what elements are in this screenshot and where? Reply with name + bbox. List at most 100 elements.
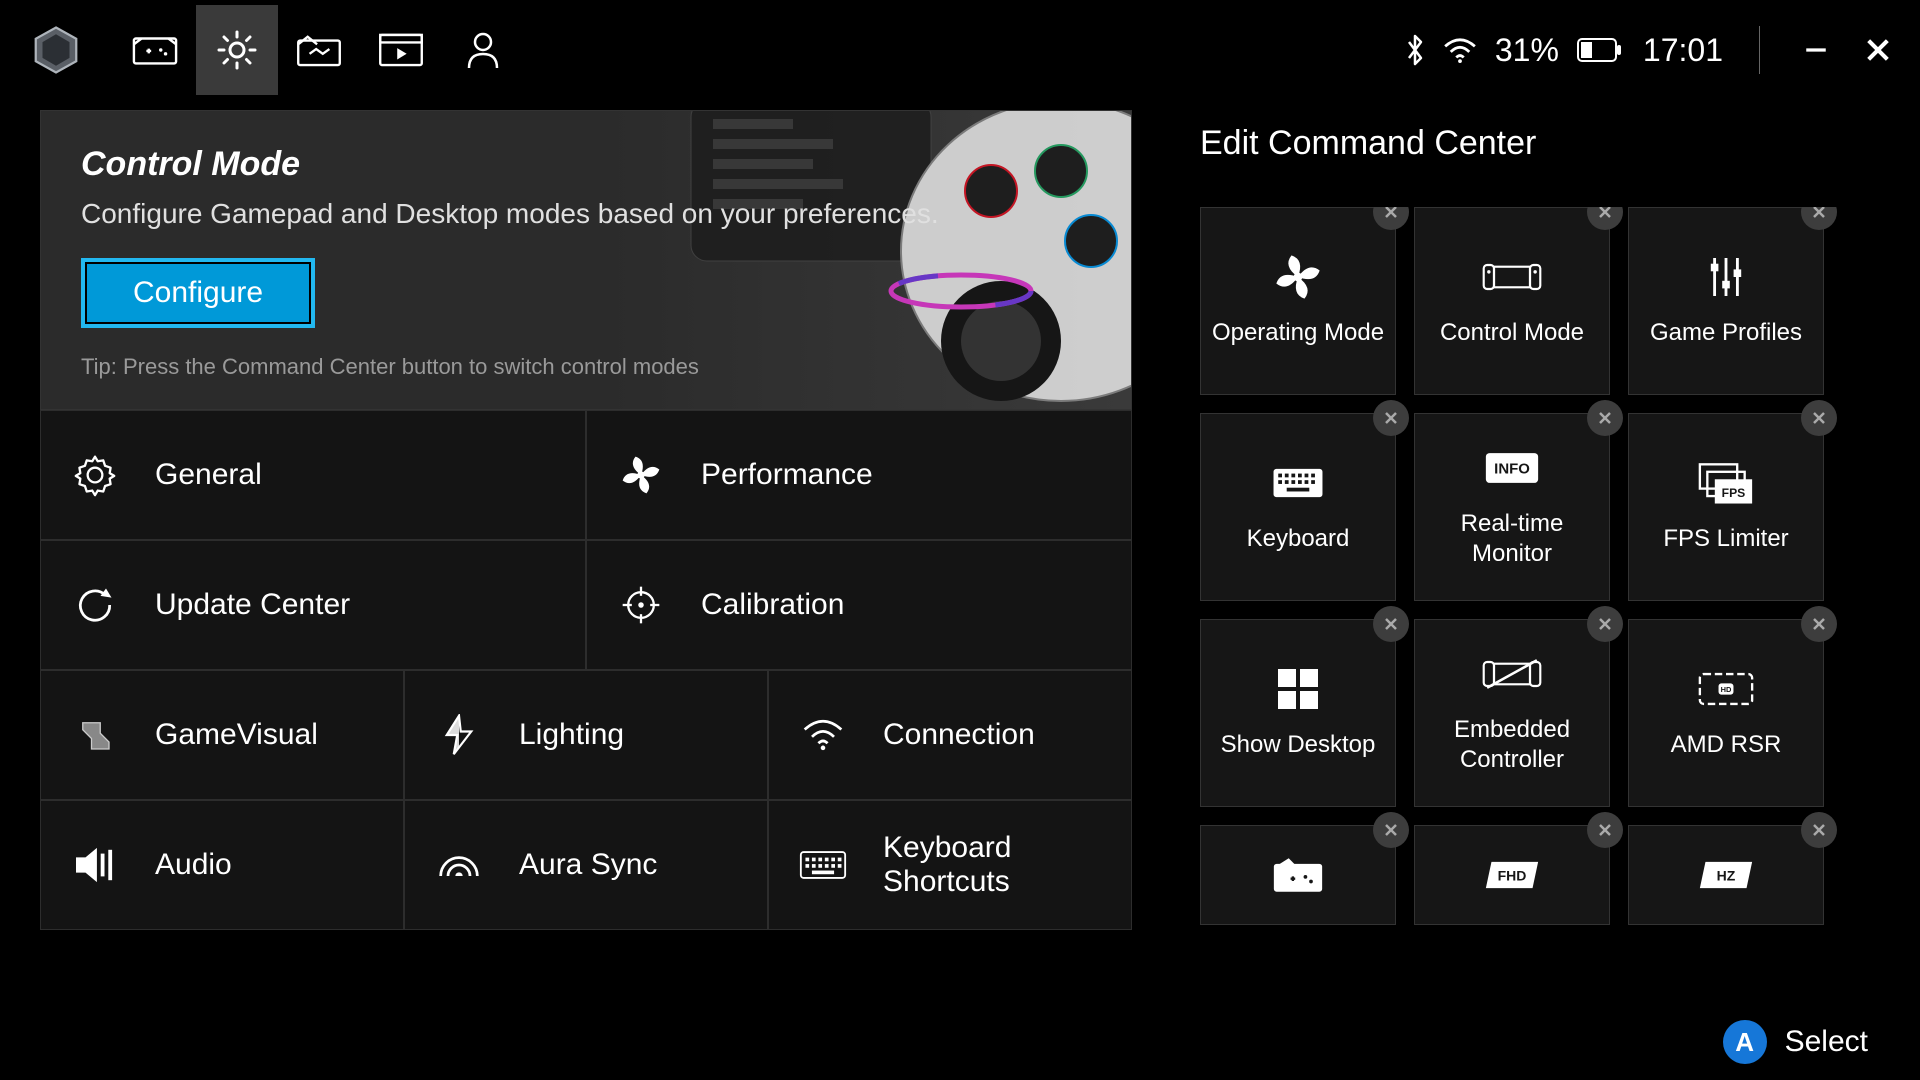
main: Control Mode Configure Gamepad and Deskt… bbox=[0, 100, 1920, 980]
edit-command-center-column: Edit Command Center Operating Mode Contr… bbox=[1200, 110, 1880, 980]
cc-tile-game-profiles[interactable]: Game Profiles bbox=[1628, 207, 1824, 395]
battery-icon bbox=[1577, 38, 1621, 62]
remove-icon[interactable] bbox=[1801, 207, 1837, 230]
command-center-grid: Operating Mode Control Mode Game Profile… bbox=[1200, 207, 1880, 925]
nav-library-icon[interactable] bbox=[114, 5, 196, 95]
cc-tile-amd-rsr[interactable]: HD AMD RSR bbox=[1628, 619, 1824, 807]
gamevisual-icon bbox=[71, 711, 119, 759]
remove-icon[interactable] bbox=[1373, 400, 1409, 436]
category-label: Audio bbox=[155, 848, 232, 882]
info-badge-icon: INFO bbox=[1482, 445, 1542, 491]
cc-tile-fps-limiter[interactable]: FPS FPS Limiter bbox=[1628, 413, 1824, 601]
category-label: Aura Sync bbox=[519, 848, 657, 882]
category-calibration[interactable]: Calibration bbox=[586, 540, 1132, 670]
hero-desc: Configure Gamepad and Desktop modes base… bbox=[81, 198, 1091, 230]
keyboard-icon bbox=[1268, 460, 1328, 506]
cc-tile-control-mode[interactable]: Control Mode bbox=[1414, 207, 1610, 395]
category-performance[interactable]: Performance bbox=[586, 410, 1132, 540]
cc-label: Show Desktop bbox=[1211, 730, 1386, 760]
a-button-glyph: A bbox=[1723, 1020, 1767, 1064]
category-gamevisual[interactable]: GameVisual bbox=[40, 670, 404, 800]
svg-text:FHD: FHD bbox=[1498, 868, 1527, 884]
category-label: Update Center bbox=[155, 588, 350, 622]
fps-stack-icon: FPS bbox=[1696, 460, 1756, 506]
category-connection[interactable]: Connection bbox=[768, 670, 1132, 800]
remove-icon[interactable] bbox=[1373, 812, 1409, 848]
footer-select-label: Select bbox=[1785, 1025, 1868, 1059]
category-lighting[interactable]: Lighting bbox=[404, 670, 768, 800]
category-label: GameVisual bbox=[155, 718, 318, 752]
remove-icon[interactable] bbox=[1801, 812, 1837, 848]
nav-media-icon[interactable] bbox=[360, 5, 442, 95]
svg-text:HZ: HZ bbox=[1717, 868, 1736, 884]
remove-icon[interactable] bbox=[1587, 207, 1623, 230]
hero-title: Control Mode bbox=[81, 145, 1091, 184]
nav-settings-icon[interactable] bbox=[196, 5, 278, 95]
remove-icon[interactable] bbox=[1587, 812, 1623, 848]
configure-button[interactable]: Configure bbox=[81, 258, 315, 328]
edit-command-center-title: Edit Command Center bbox=[1200, 124, 1880, 163]
divider bbox=[1759, 26, 1760, 74]
category-label: Performance bbox=[701, 458, 873, 492]
settings-left-column: Control Mode Configure Gamepad and Deskt… bbox=[40, 110, 1132, 980]
category-update-center[interactable]: Update Center bbox=[40, 540, 586, 670]
nav-content-icon[interactable] bbox=[278, 5, 360, 95]
topbar-left bbox=[22, 5, 524, 95]
category-keyboard-shortcuts[interactable]: Keyboard Shortcuts bbox=[768, 800, 1132, 930]
cc-tile-keyboard[interactable]: Keyboard bbox=[1200, 413, 1396, 601]
svg-text:INFO: INFO bbox=[1494, 461, 1530, 478]
cc-label: Game Profiles bbox=[1640, 318, 1812, 348]
fan-icon bbox=[1268, 254, 1328, 300]
handheld-icon bbox=[1482, 254, 1542, 300]
category-row-4: Audio Aura Sync Keyboard Shortcuts bbox=[40, 800, 1132, 930]
remove-icon[interactable] bbox=[1373, 606, 1409, 642]
sliders-icon bbox=[1696, 254, 1756, 300]
fan-icon bbox=[617, 451, 665, 499]
cc-tile-real-time-monitor[interactable]: INFO Real-time Monitor bbox=[1414, 413, 1610, 601]
topbar-right: 31% 17:01 bbox=[1405, 26, 1898, 74]
remove-icon[interactable] bbox=[1801, 400, 1837, 436]
armoury-logo-icon bbox=[22, 16, 90, 84]
category-audio[interactable]: Audio bbox=[40, 800, 404, 930]
refresh-icon bbox=[71, 581, 119, 629]
svg-text:FPS: FPS bbox=[1722, 486, 1746, 500]
bluetooth-icon bbox=[1405, 34, 1425, 66]
speaker-icon bbox=[71, 841, 119, 889]
bolt-icon bbox=[435, 711, 483, 759]
nav-profile-icon[interactable] bbox=[442, 5, 524, 95]
svg-text:HD: HD bbox=[1721, 685, 1732, 694]
cc-label: FPS Limiter bbox=[1653, 524, 1798, 554]
resolution-icon: HD bbox=[1696, 666, 1756, 712]
category-row-2: Update Center Calibration bbox=[40, 540, 1132, 670]
cc-label: Operating Mode bbox=[1202, 318, 1394, 348]
game-folder-icon bbox=[1268, 852, 1328, 898]
remove-icon[interactable] bbox=[1587, 606, 1623, 642]
keyboard-icon bbox=[799, 841, 847, 889]
category-label: General bbox=[155, 458, 262, 492]
control-mode-hero: Control Mode Configure Gamepad and Deskt… bbox=[40, 110, 1132, 410]
remove-icon[interactable] bbox=[1587, 400, 1623, 436]
hz-badge-icon: HZ bbox=[1696, 852, 1756, 898]
category-label: Connection bbox=[883, 718, 1035, 752]
cc-tile-fhd[interactable]: FHD bbox=[1414, 825, 1610, 925]
remove-icon[interactable] bbox=[1801, 606, 1837, 642]
clock: 17:01 bbox=[1643, 32, 1723, 69]
category-aura-sync[interactable]: Aura Sync bbox=[404, 800, 768, 930]
gear-icon bbox=[71, 451, 119, 499]
category-label: Calibration bbox=[701, 588, 844, 622]
crosshair-icon bbox=[617, 581, 665, 629]
minimize-button[interactable] bbox=[1796, 30, 1836, 70]
category-row-3: GameVisual Lighting Connection bbox=[40, 670, 1132, 800]
remove-icon[interactable] bbox=[1373, 207, 1409, 230]
cc-tile-library[interactable] bbox=[1200, 825, 1396, 925]
category-general[interactable]: General bbox=[40, 410, 586, 540]
cc-tile-show-desktop[interactable]: Show Desktop bbox=[1200, 619, 1396, 807]
cc-label: Keyboard bbox=[1237, 524, 1360, 554]
close-button[interactable] bbox=[1858, 30, 1898, 70]
command-center-scroll: Operating Mode Control Mode Game Profile… bbox=[1200, 207, 1880, 980]
fhd-badge-icon: FHD bbox=[1482, 852, 1542, 898]
cc-tile-operating-mode[interactable]: Operating Mode bbox=[1200, 207, 1396, 395]
cc-tile-embedded-controller[interactable]: Embedded Controller bbox=[1414, 619, 1610, 807]
cc-tile-refresh-rate[interactable]: HZ bbox=[1628, 825, 1824, 925]
cc-label: AMD RSR bbox=[1661, 730, 1792, 760]
